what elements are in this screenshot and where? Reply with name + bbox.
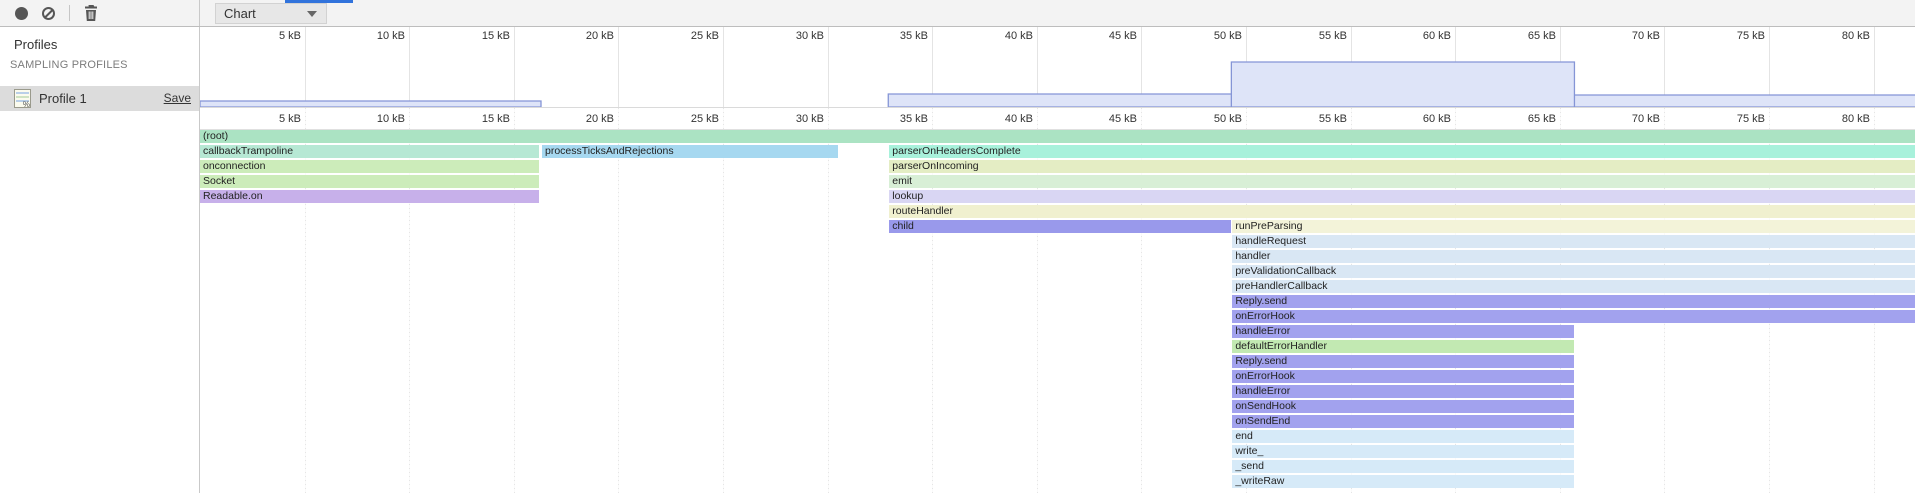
ruler-tick-label: 10 kB bbox=[350, 113, 405, 125]
ruler-tick-label: 50 kB bbox=[1187, 113, 1242, 125]
ruler-tick-label: 70 kB bbox=[1605, 113, 1660, 125]
flame-frame-parserOnHeadersComplete[interactable]: parserOnHeadersComplete bbox=[889, 145, 1915, 158]
trash-icon[interactable] bbox=[84, 5, 98, 21]
ruler-tick-label: 5 kB bbox=[246, 113, 301, 125]
ruler-tick-label: 20 kB bbox=[559, 30, 614, 42]
ruler-tick-label: 55 kB bbox=[1292, 113, 1347, 125]
ruler-tick-label: 30 kB bbox=[769, 113, 824, 125]
ruler-tick-label: 20 kB bbox=[559, 113, 614, 125]
ruler-tick-label: 50 kB bbox=[1187, 30, 1242, 42]
ruler-tick-label: 40 kB bbox=[978, 113, 1033, 125]
flame-frame-callbackTrampoline[interactable]: callbackTrampoline bbox=[200, 145, 539, 158]
ruler-tick-label: 15 kB bbox=[455, 113, 510, 125]
ruler-tick-label: 45 kB bbox=[1082, 30, 1137, 42]
flame-frame-parserOnIncoming[interactable]: parserOnIncoming bbox=[889, 160, 1915, 173]
ruler-tick-label: 45 kB bbox=[1082, 113, 1137, 125]
ruler-tick-label: 70 kB bbox=[1605, 30, 1660, 42]
sampling-profiles-section-label: SAMPLING PROFILES bbox=[10, 59, 128, 71]
ruler-tick-label: 55 kB bbox=[1292, 30, 1347, 42]
ruler-tick-label: 65 kB bbox=[1501, 30, 1556, 42]
flame-frame-root[interactable]: (root) bbox=[200, 130, 1915, 143]
ruler-tick-label: 35 kB bbox=[873, 30, 928, 42]
flame-frame-onErrorHook[interactable]: onErrorHook bbox=[1232, 370, 1574, 383]
chevron-down-icon bbox=[307, 11, 317, 17]
gridline bbox=[618, 108, 619, 493]
flame-frame-child[interactable]: child bbox=[889, 220, 1231, 233]
view-mode-value: Chart bbox=[224, 6, 256, 21]
ruler-tick-label: 60 kB bbox=[1396, 113, 1451, 125]
ruler-tick-label: 30 kB bbox=[769, 30, 824, 42]
gridline bbox=[828, 108, 829, 493]
flame-frame-Reply.send[interactable]: Reply.send bbox=[1232, 355, 1574, 368]
toolbar-separator bbox=[69, 5, 70, 21]
flame-frame-onconnection[interactable]: onconnection bbox=[200, 160, 539, 173]
flame-frame-end[interactable]: end bbox=[1232, 430, 1574, 443]
ruler-tick-label: 75 kB bbox=[1710, 113, 1765, 125]
clear-all-icon[interactable] bbox=[42, 7, 55, 20]
overview-area-path bbox=[200, 62, 1915, 107]
flame-frame-runPreParsing[interactable]: runPreParsing bbox=[1232, 220, 1915, 233]
ruler-tick-label: 25 kB bbox=[664, 30, 719, 42]
view-mode-select[interactable]: Chart bbox=[215, 3, 327, 24]
ruler-tick-label: 10 kB bbox=[350, 30, 405, 42]
flame-frame-Readable.on[interactable]: Readable.on bbox=[200, 190, 539, 203]
sidebar-title: Profiles bbox=[14, 37, 57, 52]
ruler-tick-label: 75 kB bbox=[1710, 30, 1765, 42]
ruler-tick-label: 35 kB bbox=[873, 113, 928, 125]
flame-frame-preHandlerCallback[interactable]: preHandlerCallback bbox=[1232, 280, 1915, 293]
toolbar-button-group bbox=[0, 0, 200, 26]
ruler-tick-label: 25 kB bbox=[664, 113, 719, 125]
flame-frame-handleError[interactable]: handleError bbox=[1232, 385, 1574, 398]
flame-frame-preValidationCallback[interactable]: preValidationCallback bbox=[1232, 265, 1915, 278]
ruler-tick-label: 5 kB bbox=[246, 30, 301, 42]
flame-chart-pane: 5 kB 10 kB 15 kB 20 kB 25 kB 30 kB 35 kB 40 kB 4… bbox=[200, 27, 1915, 493]
ruler-tick-label: 60 kB bbox=[1396, 30, 1451, 42]
ruler-tick-label: 65 kB bbox=[1501, 113, 1556, 125]
flame-frame-onErrorHook[interactable]: onErrorHook bbox=[1232, 310, 1915, 323]
heap-profiler-panel: Chart Profiles SAMPLING PROFILES % Profi… bbox=[0, 0, 1915, 493]
flame-frame-_writeRaw[interactable]: _writeRaw bbox=[1232, 475, 1574, 488]
flame-frame-onSendHook[interactable]: onSendHook bbox=[1232, 400, 1574, 413]
pane-separator bbox=[200, 107, 1915, 108]
memory-overview-chart[interactable] bbox=[200, 44, 1915, 107]
profiler-toolbar: Chart bbox=[0, 0, 1915, 27]
flame-frame-handleRequest[interactable]: handleRequest bbox=[1232, 235, 1915, 248]
ruler-tick-label: 40 kB bbox=[978, 30, 1033, 42]
gridline bbox=[723, 108, 724, 493]
profile-document-icon: % bbox=[14, 89, 31, 108]
flame-frame-routeHandler[interactable]: routeHandler bbox=[889, 205, 1915, 218]
save-profile-link[interactable]: Save bbox=[164, 91, 191, 105]
flame-frame-Socket[interactable]: Socket bbox=[200, 175, 539, 188]
record-icon[interactable] bbox=[15, 7, 28, 20]
flame-frame-_send[interactable]: _send bbox=[1232, 460, 1574, 473]
sidebar-item-profile-1[interactable]: % Profile 1 Save bbox=[0, 86, 199, 111]
flame-frame-onSendEnd[interactable]: onSendEnd bbox=[1232, 415, 1574, 428]
flame-frame-handler[interactable]: handler bbox=[1232, 250, 1915, 263]
flame-frame-write_[interactable]: write_ bbox=[1232, 445, 1574, 458]
profiles-sidebar: Profiles SAMPLING PROFILES % Profile 1 S… bbox=[0, 27, 200, 493]
flame-frame-handleError[interactable]: handleError bbox=[1232, 325, 1574, 338]
ruler-tick-label: 15 kB bbox=[455, 30, 510, 42]
flame-frame-lookup[interactable]: lookup bbox=[889, 190, 1915, 203]
ruler-tick-label: 80 kB bbox=[1815, 30, 1870, 42]
flame-frame-processTicksAndRejections[interactable]: processTicksAndRejections bbox=[542, 145, 838, 158]
flame-frame-emit[interactable]: emit bbox=[889, 175, 1915, 188]
flame-frame-Reply.send[interactable]: Reply.send bbox=[1232, 295, 1915, 308]
profile-name: Profile 1 bbox=[39, 91, 87, 106]
flame-frame-defaultErrorHandler[interactable]: defaultErrorHandler bbox=[1232, 340, 1574, 353]
ruler-tick-label: 80 kB bbox=[1815, 113, 1870, 125]
